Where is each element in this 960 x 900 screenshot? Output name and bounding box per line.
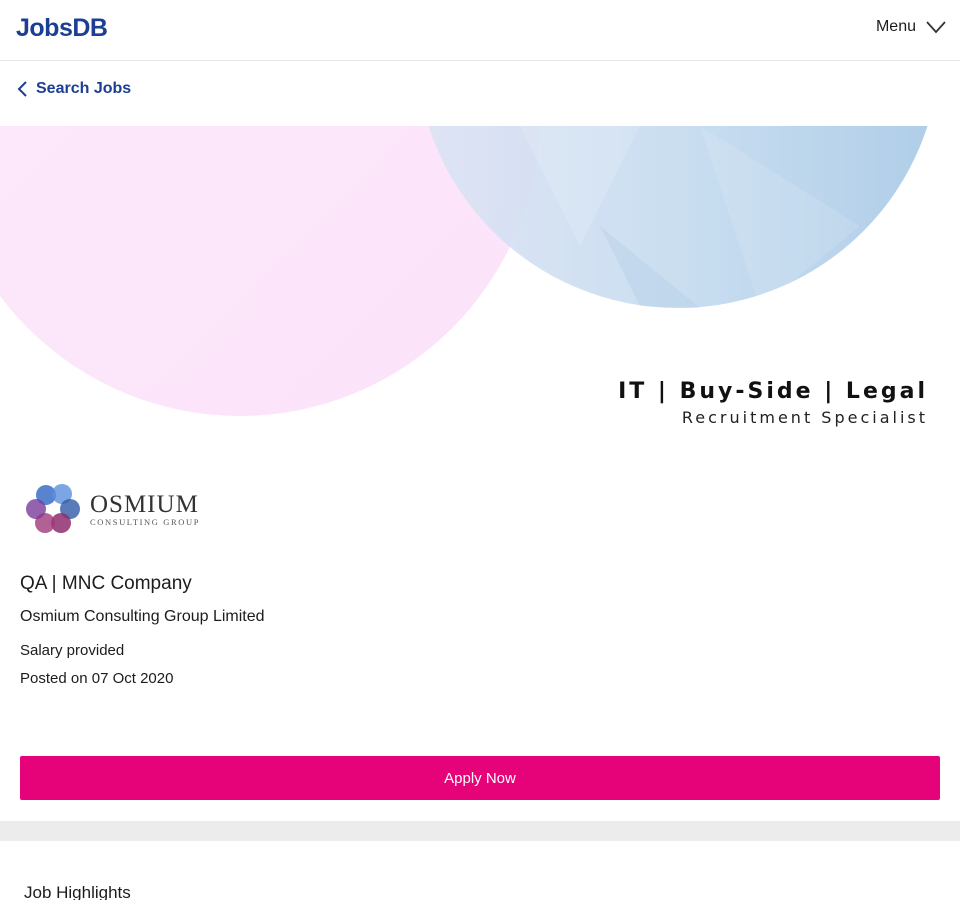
posted-date-value: 07 Oct 2020 [91, 670, 174, 687]
company-banner: IT | Buy-Side | Legal Recruitment Specia… [0, 126, 960, 442]
back-to-search-link[interactable]: Search Jobs [16, 80, 131, 98]
posted-prefix: Posted on [20, 670, 88, 687]
jobsdb-logo[interactable]: JobsDB [16, 14, 108, 43]
company-logo-name: OSMIUM [90, 491, 199, 518]
menu-label: Menu [875, 18, 916, 35]
company-logo-tagline: CONSULTING GROUP [90, 517, 201, 527]
posted-date: Posted on 07 Oct 2020 [20, 670, 173, 687]
chevron-down-icon [926, 21, 946, 34]
banner-tagline: IT | Buy-Side | Legal [618, 379, 928, 404]
osmium-flower-logo [26, 484, 80, 533]
search-jobs-label: Search Jobs [36, 80, 132, 97]
banner-subtitle: Recruitment Specialist [681, 408, 928, 427]
job-title: QA | MNC Company [20, 573, 192, 594]
company-name[interactable]: Osmium Consulting Group Limited [20, 608, 265, 626]
salary-info: Salary provided [20, 642, 125, 659]
section-divider [0, 821, 960, 841]
company-logo: OSMIUM CONSULTING GROUP [24, 480, 200, 538]
apply-now-button[interactable]: Apply Now [20, 756, 940, 800]
job-highlights-heading: Job Highlights [24, 883, 131, 900]
menu-button[interactable]: Menu [876, 18, 946, 36]
top-bar: JobsDB Menu [0, 0, 960, 61]
chevron-left-icon [17, 81, 27, 97]
blue-circle [428, 126, 928, 308]
